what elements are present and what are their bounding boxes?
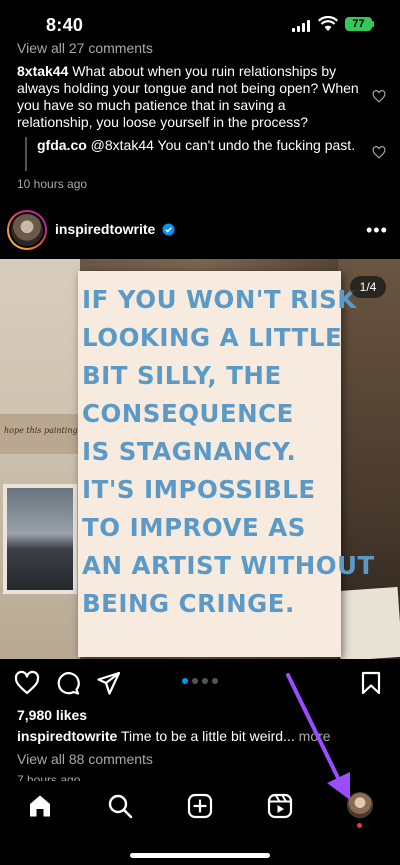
canvas-line: is stagnancy. (82, 437, 297, 466)
canvas-quote: If you won't risk looking a little bit s… (82, 281, 375, 623)
comments-section: View all 27 comments 8xtak44 What about … (0, 40, 400, 200)
view-all-comments-link[interactable]: View all 27 comments (17, 40, 153, 56)
view-all-comments-link[interactable]: View all 88 comments (17, 751, 153, 767)
create-icon[interactable] (187, 793, 213, 819)
comment-like-heart-icon[interactable] (372, 90, 386, 103)
caption-username[interactable]: inspiredtowrite (17, 728, 117, 744)
comment-text: What about when you ruin relationships b… (17, 63, 359, 130)
status-time: 8:40 (46, 15, 84, 35)
carousel-counter: 1/4 (350, 276, 386, 298)
annotation-arrow (286, 673, 350, 800)
canvas-line: looking a little (82, 323, 343, 352)
reply-username[interactable]: gfda.co (37, 137, 87, 153)
background-photo (3, 484, 77, 594)
post-username[interactable]: inspiredtowrite (55, 221, 155, 237)
more-options-icon[interactable]: ••• (366, 221, 388, 239)
wifi-icon (318, 16, 338, 31)
background-wall (0, 259, 80, 659)
carousel-dots (182, 678, 218, 684)
canvas-line: consequence (82, 399, 294, 428)
avatar-image (11, 214, 43, 246)
reply-text: @8xtak44 You can't undo the fucking past… (86, 137, 356, 153)
battery-indicator: 77 (345, 17, 372, 31)
painted-canvas: If you won't risk looking a little bit s… (78, 271, 375, 657)
canvas-line: If you won't risk (82, 285, 357, 314)
reply-indent-line (25, 137, 27, 171)
verified-badge-icon (162, 223, 175, 236)
story-avatar[interactable] (7, 210, 47, 250)
home-indicator (130, 853, 270, 858)
post-image[interactable]: hope this painting If you won't risk loo… (0, 259, 400, 659)
background-paper (335, 586, 400, 659)
likes-count[interactable]: 7,980 likes (17, 707, 87, 723)
post-timestamp: 7 hours ago (17, 773, 81, 781)
comment-item: 8xtak44 What about when you ruin relatio… (17, 63, 362, 131)
post-header: inspiredtowrite ••• (0, 208, 400, 252)
reply-like-heart-icon[interactable] (372, 146, 386, 159)
carousel-dot (212, 678, 218, 684)
comment-icon[interactable] (55, 670, 81, 696)
canvas-line: being cringe. (82, 589, 295, 618)
bookmark-icon[interactable] (358, 670, 384, 696)
notification-dot (357, 823, 362, 828)
search-icon[interactable] (107, 793, 133, 819)
carousel-dot-active (182, 678, 188, 684)
reply-item: gfda.co @8xtak44 You can't undo the fuck… (37, 137, 357, 154)
canvas-line: bit silly, the (82, 361, 282, 390)
home-icon[interactable] (27, 793, 53, 819)
canvas-line: to improve as (82, 513, 306, 542)
comment-username[interactable]: 8xtak44 (17, 63, 68, 79)
send-icon[interactable] (96, 670, 122, 696)
carousel-dot (192, 678, 198, 684)
cellular-signal-icon (292, 20, 310, 32)
background-note: hope this painting (0, 414, 80, 454)
carousel-dot (202, 678, 208, 684)
comment-timestamp: 10 hours ago (17, 177, 88, 191)
battery-tip (372, 21, 374, 27)
canvas-line: It's impossible (82, 475, 316, 504)
canvas-line: an artist without (82, 551, 375, 580)
heart-icon[interactable] (14, 670, 40, 696)
caption-text: Time to be a little bit weird... (117, 728, 295, 744)
